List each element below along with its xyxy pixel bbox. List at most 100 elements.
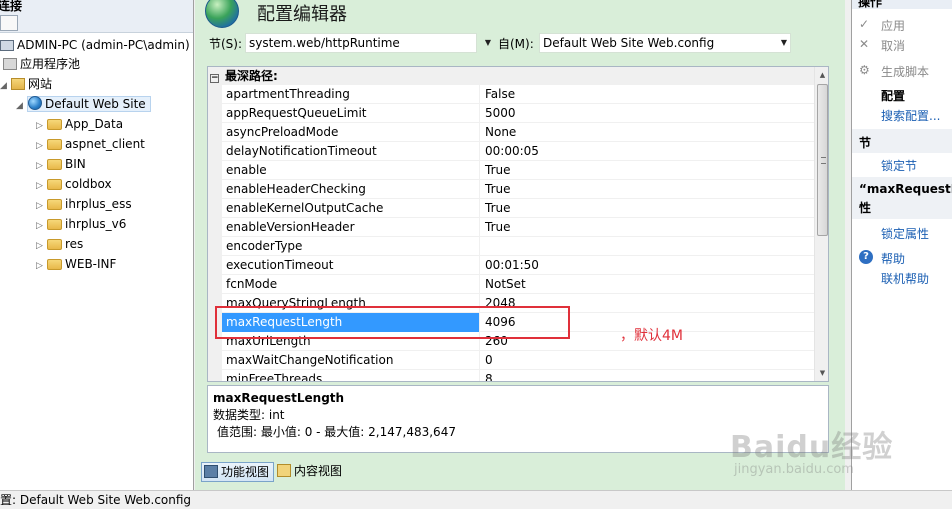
property-name: appRequestQueueLimit — [222, 104, 480, 123]
expand-arrow-icon[interactable]: ▷ — [36, 257, 45, 275]
tree-node-sites[interactable]: ◢ 网站 — [0, 75, 52, 93]
tree-node-folder[interactable]: ▷ BIN — [36, 155, 86, 173]
tree-node-label: coldbox — [65, 177, 112, 191]
vertical-scrollbar[interactable]: ▲ ▼ — [814, 67, 828, 381]
from-select[interactable]: Default Web Site Web.config — [539, 33, 791, 53]
lock-attribute-link[interactable]: 锁定属性 — [881, 225, 929, 242]
tree-node-folder[interactable]: ▷ ihrplus_v6 — [36, 215, 126, 233]
search-config-link[interactable]: 搜索配置... — [881, 107, 940, 124]
actions-panel: 操作 ✓ 应用 ✕ 取消 ⚙ 生成脚本 配置 搜索配置... 节 锁定节 “ma… — [851, 0, 952, 490]
tree-node-folder[interactable]: ▷ WEB-INF — [36, 255, 116, 273]
property-row[interactable]: enableVersionHeader True — [222, 218, 814, 237]
expand-arrow-icon[interactable]: ◢ — [16, 97, 25, 115]
folder-icon — [47, 139, 62, 150]
tab-label: 内容视图 — [294, 464, 343, 478]
property-name: asyncPreloadMode — [222, 123, 480, 142]
tree-node-server[interactable]: ADMIN-PC (admin-PC\admin) — [0, 36, 190, 54]
online-help-link[interactable]: 联机帮助 — [881, 270, 929, 287]
expand-arrow-icon[interactable]: ▷ — [36, 217, 45, 235]
property-value[interactable]: None — [481, 123, 814, 142]
help-link[interactable]: 帮助 — [881, 250, 905, 267]
property-name: executionTimeout — [222, 256, 480, 275]
property-row[interactable]: enableHeaderChecking True — [222, 180, 814, 199]
property-value[interactable]: 2048 — [481, 294, 814, 313]
property-name: encoderType — [222, 237, 480, 256]
property-row[interactable]: asyncPreloadMode None — [222, 123, 814, 142]
property-row[interactable]: executionTimeout 00:01:50 — [222, 256, 814, 275]
tree-node-label: 应用程序池 — [20, 57, 81, 71]
property-value[interactable]: 0 — [481, 351, 814, 370]
property-value[interactable]: NotSet — [481, 275, 814, 294]
property-value[interactable]: False — [481, 85, 814, 104]
tree-node-app-pools[interactable]: 应用程序池 — [3, 55, 80, 73]
expand-arrow-icon[interactable]: ▷ — [36, 197, 45, 215]
expand-arrow-icon[interactable]: ▷ — [36, 137, 45, 155]
property-value[interactable]: True — [481, 161, 814, 180]
property-heading-cont: 性 — [859, 201, 872, 215]
category-label: 最深路径: — [225, 69, 278, 83]
tree-node-label: ADMIN-PC (admin-PC\admin) — [17, 38, 190, 52]
generate-script-action[interactable]: 生成脚本 — [881, 63, 929, 80]
property-row[interactable]: encoderType — [222, 237, 814, 256]
property-row[interactable]: maxQueryStringLength 2048 — [222, 294, 814, 313]
folder-icon — [47, 119, 62, 130]
property-row-selected[interactable]: maxRequestLength — [222, 313, 814, 332]
tree-node-folder[interactable]: ▷ res — [36, 235, 83, 253]
property-row[interactable]: appRequestQueueLimit 5000 — [222, 104, 814, 123]
property-row[interactable]: maxWaitChangeNotification 0 — [222, 351, 814, 370]
property-value[interactable]: 00:01:50 — [481, 256, 814, 275]
section-dropdown-icon[interactable]: ▼ — [481, 33, 495, 53]
property-value[interactable]: 8 — [481, 370, 814, 381]
property-name: minFreeThreads — [222, 370, 480, 381]
property-row[interactable]: delayNotificationTimeout 00:00:05 — [222, 142, 814, 161]
property-row[interactable]: fcnMode NotSet — [222, 275, 814, 294]
script-icon: ⚙ — [859, 63, 870, 77]
property-row[interactable]: maxUrlLength 260 — [222, 332, 814, 351]
expand-arrow-icon[interactable]: ▷ — [36, 117, 45, 135]
folder-icon — [47, 159, 62, 170]
property-value[interactable]: 00:00:05 — [481, 142, 814, 161]
folder-icon — [47, 179, 62, 190]
toolbar-icon[interactable] — [0, 15, 18, 31]
property-value[interactable]: True — [481, 218, 814, 237]
property-value[interactable]: True — [481, 180, 814, 199]
page-title: 配置编辑器 — [257, 4, 347, 25]
from-dropdown-icon[interactable]: ▼ — [777, 33, 791, 53]
apply-action[interactable]: 应用 — [881, 17, 905, 34]
property-name: maxWaitChangeNotification — [222, 351, 480, 370]
property-row[interactable]: enable True — [222, 161, 814, 180]
scroll-up-icon[interactable]: ▲ — [815, 67, 828, 83]
scrollbar-thumb[interactable] — [817, 84, 828, 236]
property-value-input[interactable] — [485, 313, 519, 331]
lock-section-link[interactable]: 锁定节 — [881, 157, 917, 174]
cancel-action[interactable]: 取消 — [881, 37, 905, 54]
config-heading: 配置 — [881, 89, 906, 103]
section-label: 节(S): — [209, 37, 243, 51]
tree-node-folder[interactable]: ▷ aspnet_client — [36, 135, 145, 153]
expand-arrow-icon[interactable]: ▷ — [36, 157, 45, 175]
from-label: 自(M): — [498, 37, 534, 51]
grid-gutter — [208, 85, 222, 381]
tree-node-folder[interactable]: ▷ coldbox — [36, 175, 112, 193]
expand-arrow-icon[interactable]: ▷ — [36, 177, 45, 195]
expand-arrow-icon[interactable]: ▷ — [36, 237, 45, 255]
expand-arrow-icon[interactable]: ◢ — [0, 77, 9, 95]
property-value[interactable]: True — [481, 199, 814, 218]
property-name: enableKernelOutputCache — [222, 199, 480, 218]
tree-node-folder[interactable]: ▷ App_Data — [36, 115, 123, 133]
category-header[interactable]: − 最深路径: — [208, 67, 814, 85]
property-value[interactable]: 5000 — [481, 104, 814, 123]
tab-content-view[interactable]: 内容视图 — [275, 462, 346, 482]
property-row[interactable]: apartmentThreading False — [222, 85, 814, 104]
tab-features-view[interactable]: 功能视图 — [201, 462, 275, 482]
property-row[interactable]: enableKernelOutputCache True — [222, 199, 814, 218]
scroll-down-icon[interactable]: ▼ — [815, 365, 828, 381]
folder-icon — [47, 259, 62, 270]
property-row[interactable]: minFreeThreads 8 — [222, 370, 814, 381]
section-heading: 节 — [859, 136, 872, 150]
section-input[interactable]: system.web/httpRuntime — [245, 33, 477, 53]
tree-node-folder[interactable]: ▷ ihrplus_ess — [36, 195, 132, 213]
collapse-icon[interactable]: − — [210, 74, 219, 83]
property-value[interactable] — [481, 237, 814, 256]
tree-node-default-web-site[interactable]: ◢ Default Web Site — [16, 95, 151, 113]
